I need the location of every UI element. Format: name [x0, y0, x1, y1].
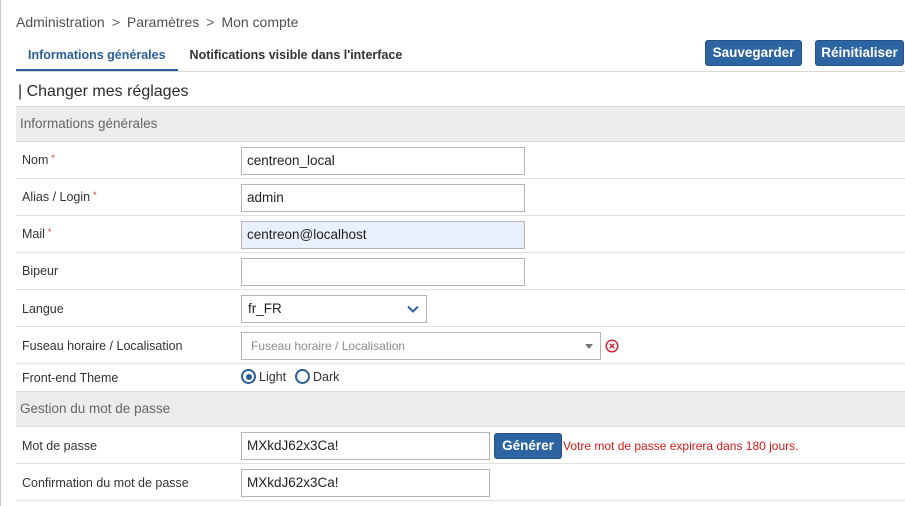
alias-label: Alias / Login *: [22, 190, 97, 204]
save-button[interactable]: Sauvegarder: [705, 40, 802, 66]
breadcrumb: Administration > Paramètres > Mon compte: [16, 14, 298, 30]
radio-checked-icon: [241, 369, 256, 384]
tab-divider: [16, 71, 905, 72]
required-marker: *: [93, 190, 97, 200]
breadcrumb-separator: >: [206, 14, 215, 30]
required-marker: *: [47, 227, 52, 237]
form-row-timezone: Fuseau horaire / Localisation Fuseau hor…: [16, 327, 905, 364]
chevron-down-icon: [407, 305, 419, 313]
language-select[interactable]: fr_FR: [241, 295, 427, 323]
breadcrumb-item-administration[interactable]: Administration: [16, 14, 105, 30]
theme-radio-dark[interactable]: Dark: [295, 369, 339, 384]
password-label: Mot de passe: [22, 439, 98, 453]
pager-input[interactable]: [241, 258, 525, 286]
form-row-pager: Bipeur: [16, 253, 905, 290]
language-label: Langue: [22, 302, 64, 316]
pager-label: Bipeur: [22, 264, 59, 278]
generate-button[interactable]: Générer: [494, 433, 562, 459]
form-row-mail: Mail * centreon@localhost: [16, 216, 905, 253]
name-input[interactable]: centreon_local: [241, 147, 525, 175]
reset-button[interactable]: Réinitialiser: [815, 40, 904, 66]
timezone-select[interactable]: Fuseau horaire / Localisation: [241, 332, 601, 360]
timezone-placeholder: Fuseau horaire / Localisation: [251, 339, 406, 353]
theme-light-label: Light: [259, 369, 287, 384]
page-title: | Changer mes réglages: [18, 83, 189, 100]
password-confirm-label: Confirmation du mot de passe: [22, 476, 189, 490]
caret-down-icon: [585, 344, 593, 349]
mail-input[interactable]: centreon@localhost: [241, 221, 525, 249]
theme-dark-label: Dark: [313, 369, 340, 384]
tab-informations-generales[interactable]: Informations générales: [16, 40, 178, 72]
mail-label: Mail *: [22, 227, 52, 241]
timezone-label: Fuseau horaire / Localisation: [22, 339, 183, 353]
form-row-password: Mot de passe MXkdJ62x3Ca! Générer Votre …: [16, 427, 905, 464]
breadcrumb-separator: >: [111, 14, 120, 30]
tab-notifications[interactable]: Notifications visible dans l'interface: [178, 40, 415, 72]
tab-bar: Informations générales Notifications vis…: [16, 40, 414, 72]
theme-label: Front-end Theme: [22, 371, 119, 385]
form-row-alias: Alias / Login * admin: [16, 179, 905, 216]
radio-unchecked-icon: [295, 369, 310, 384]
required-marker: *: [51, 153, 55, 163]
form-row-password-confirm: Confirmation du mot de passe MXkdJ62x3Ca…: [16, 464, 905, 501]
breadcrumb-item-mon-compte[interactable]: Mon compte: [221, 14, 298, 30]
window-edge: [0, 0, 1, 506]
form-row-name: Nom * centreon_local: [16, 142, 905, 179]
form-row-language: Langue fr_FR: [16, 290, 905, 327]
language-value: fr_FR: [248, 301, 282, 316]
form-row-theme: Front-end Theme Light Dark: [16, 364, 905, 391]
alias-input[interactable]: admin: [241, 184, 525, 212]
name-label: Nom *: [22, 153, 55, 167]
password-input[interactable]: MXkdJ62x3Ca!: [241, 432, 490, 460]
section-header-general: Informations générales: [16, 106, 905, 142]
clear-icon[interactable]: [605, 339, 619, 353]
password-expiration-notice: Votre mot de passe expirera dans 180 jou…: [563, 439, 799, 453]
section-header-password: Gestion du mot de passe: [16, 391, 905, 427]
breadcrumb-item-parametres[interactable]: Paramètres: [127, 14, 199, 30]
password-confirm-input[interactable]: MXkdJ62x3Ca!: [241, 469, 490, 497]
theme-radio-light[interactable]: Light: [241, 369, 286, 384]
